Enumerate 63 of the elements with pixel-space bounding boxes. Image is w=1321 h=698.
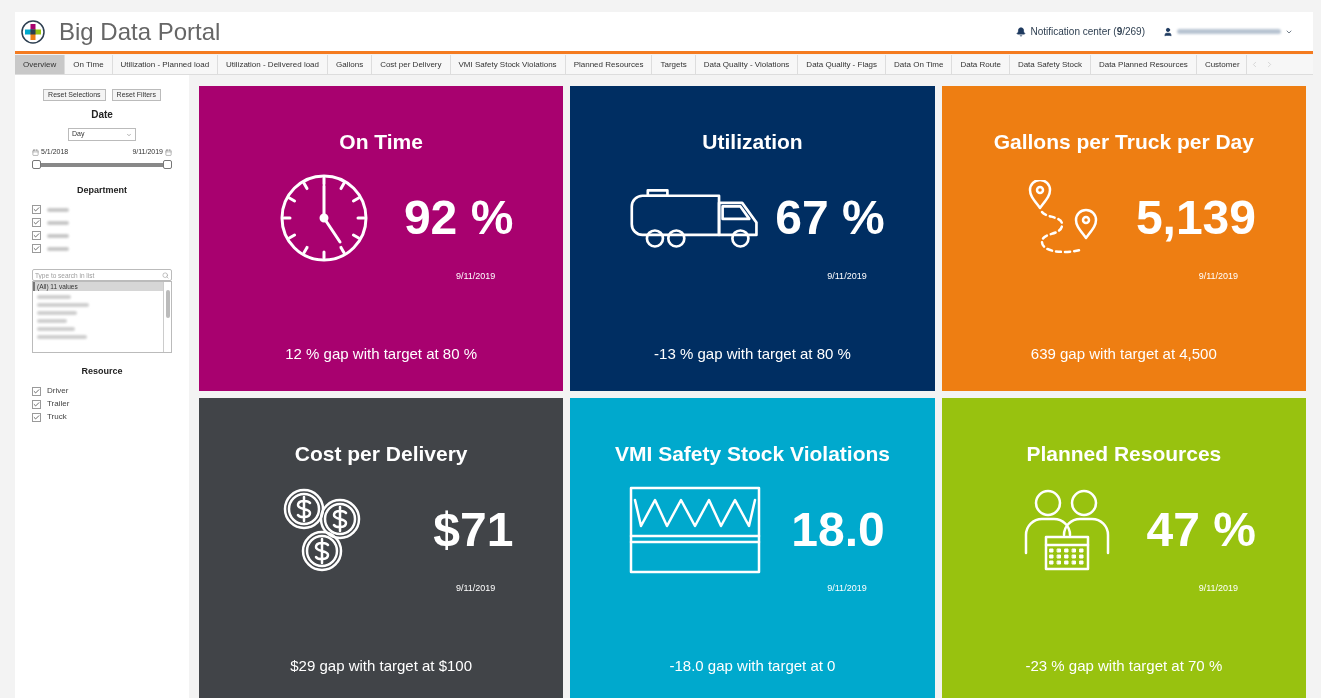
checkbox[interactable] bbox=[32, 399, 41, 409]
checkbox[interactable] bbox=[32, 231, 41, 240]
bell-icon bbox=[1016, 26, 1027, 37]
tile-date: 9/11/2019 bbox=[455, 581, 496, 595]
department-heading: Department bbox=[76, 183, 128, 197]
checkbox[interactable] bbox=[32, 386, 41, 396]
blurred-label bbox=[47, 246, 69, 251]
kpi-tile[interactable]: Cost per Delivery $71 9/11/2019 $29 gap with target at $100 bbox=[199, 398, 564, 698]
checkbox[interactable] bbox=[32, 205, 41, 214]
blurred-label bbox=[47, 207, 69, 212]
tile-title: VMI Safety Stock Violations bbox=[614, 441, 890, 467]
checkbox[interactable] bbox=[32, 218, 41, 227]
blurred-list-item bbox=[37, 335, 87, 339]
tile-title: Cost per Delivery bbox=[294, 441, 468, 467]
tile-title: Utilization bbox=[702, 129, 803, 155]
tile-date: 9/11/2019 bbox=[827, 581, 867, 595]
tile-title: Gallons per Truck per Day bbox=[993, 129, 1254, 155]
tile-date: 9/11/2019 bbox=[827, 269, 867, 283]
kpi-value: 67 % bbox=[775, 189, 885, 246]
tile-date: 9/11/2019 bbox=[455, 269, 496, 283]
calendar-icon bbox=[32, 148, 39, 156]
target-gap-text: 639 gap with target at 4,500 bbox=[1030, 343, 1217, 364]
caret-icon bbox=[126, 131, 132, 138]
tile-date: 9/11/2019 bbox=[1198, 269, 1238, 283]
notification-center-link[interactable]: Notification center (9/269) bbox=[1030, 24, 1145, 39]
resource-label: Trailer bbox=[47, 398, 70, 410]
target-gap-text: -13 % gap with target at 80 % bbox=[654, 343, 851, 364]
resource-label: Truck bbox=[47, 411, 67, 423]
target-gap-text: -23 % gap with target at 70 % bbox=[1025, 655, 1223, 676]
app-title: Big Data Portal bbox=[59, 16, 221, 47]
kpi-value: $71 bbox=[433, 501, 514, 558]
date-range-slider[interactable] bbox=[32, 159, 172, 170]
blurred-label bbox=[47, 220, 69, 225]
blurred-list-item bbox=[37, 303, 89, 307]
tile-date: 9/11/2019 bbox=[1198, 581, 1238, 595]
blurred-list-item bbox=[37, 311, 77, 315]
kpi-value: 5,139 bbox=[1135, 189, 1256, 246]
tab[interactable]: Overview bbox=[15, 55, 66, 74]
user-icon bbox=[1163, 26, 1173, 37]
kpi-value: 18.0 bbox=[791, 501, 885, 558]
tile-title: On Time bbox=[339, 129, 423, 155]
target-gap-text: 12 % gap with target at 80 % bbox=[285, 343, 478, 364]
blurred-label bbox=[47, 233, 69, 238]
user-menu[interactable] bbox=[1163, 26, 1293, 37]
blurred-list-item bbox=[37, 319, 67, 323]
kpi-tile[interactable]: On Time 92 % 9/11/2019 12 % gap with target at 80 % bbox=[199, 86, 564, 391]
tile-title: Planned Resources bbox=[1026, 441, 1222, 467]
blurred-list-item bbox=[37, 327, 75, 331]
kpi-tile[interactable]: Utilization 67 % 9/11/2019 -13 % gap with target at 80 % bbox=[570, 86, 935, 391]
checkbox[interactable] bbox=[32, 244, 41, 253]
kpi-value: 47 % bbox=[1146, 501, 1256, 558]
resource-label: Driver bbox=[47, 385, 69, 397]
resource-heading: Resource bbox=[80, 365, 124, 378]
stock-chart-icon bbox=[629, 485, 762, 574]
checkbox[interactable] bbox=[32, 412, 41, 422]
kpi-value: 92 % bbox=[403, 189, 514, 246]
target-gap-text: -18.0 gap with target at 0 bbox=[669, 655, 836, 676]
date-heading: Date bbox=[90, 108, 114, 122]
target-gap-text: $29 gap with target at $100 bbox=[290, 655, 473, 676]
blurred-list-item bbox=[37, 295, 71, 299]
search-icon bbox=[162, 271, 169, 279]
calendar-icon bbox=[165, 148, 172, 156]
app-logo-icon bbox=[21, 19, 45, 44]
